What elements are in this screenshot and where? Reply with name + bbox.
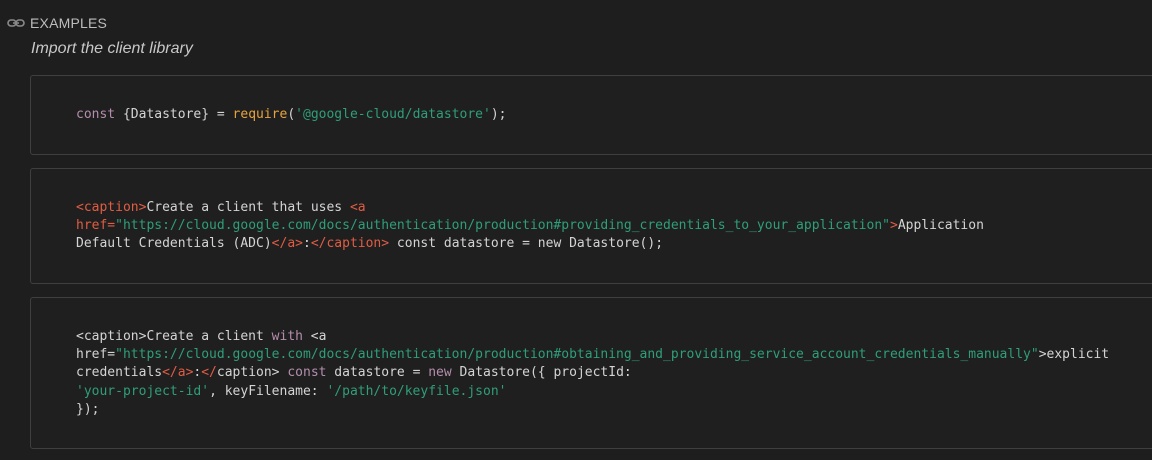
code-snippet: <caption>Create a client with <a href="h…	[76, 328, 1109, 419]
code-token: >explicit	[1038, 347, 1110, 363]
code-block-import[interactable]: const {Datastore} = require('@google-clo…	[30, 75, 1152, 155]
code-line: href="https://cloud.google.com/docs/auth…	[76, 347, 1109, 362]
code-token: caption>	[216, 365, 288, 381]
code-snippet: <caption>Create a client that uses <a hr…	[76, 199, 984, 254]
code-token: href=	[76, 218, 116, 234]
code-token: Default Credentials (ADC)	[76, 236, 272, 252]
code-token: </	[201, 365, 217, 381]
code-token: });	[76, 401, 100, 417]
code-token: Create a client that uses	[146, 200, 350, 215]
code-token: "https://cloud.google.com/docs/authentic…	[115, 347, 1039, 363]
code-line: <caption>Create a client that uses <a	[76, 200, 366, 215]
code-token: <caption>	[76, 200, 147, 215]
code-token: );	[490, 107, 507, 122]
code-token: :	[302, 236, 311, 252]
code-token: <a	[302, 329, 327, 344]
code-line: <caption>Create a client with <a	[76, 329, 326, 344]
code-token: <a	[349, 200, 366, 215]
code-token: require	[232, 107, 288, 122]
code-token: const	[76, 107, 116, 122]
code-token: '/path/to/keyfile.json'	[326, 383, 507, 399]
code-block-adc-client[interactable]: <caption>Create a client that uses <a hr…	[30, 168, 1152, 284]
code-token: with	[271, 329, 303, 344]
code-token: , keyFilename:	[209, 383, 327, 399]
code-line: 'your-project-id', keyFilename: '/path/t…	[76, 384, 506, 399]
code-token: "https://cloud.google.com/docs/authentic…	[115, 218, 890, 234]
code-token: 'your-project-id'	[76, 383, 210, 399]
code-line: });	[76, 402, 99, 417]
code-line: href="https://cloud.google.com/docs/auth…	[76, 218, 984, 233]
code-token: </a>	[271, 236, 303, 252]
code-token: {Datastore} =	[115, 107, 233, 122]
code-token: datastore =	[326, 365, 429, 381]
code-token: credentials	[76, 365, 163, 381]
code-line: Default Credentials (ADC)</a>:</caption>…	[76, 236, 663, 251]
code-token: href=	[76, 347, 116, 363]
code-token: </caption>	[310, 236, 390, 252]
code-token: </a>	[162, 365, 194, 381]
code-token: const datastore = new Datastore();	[389, 236, 664, 252]
code-token: new	[428, 365, 452, 381]
code-line: const {Datastore} = require('@google-clo…	[76, 107, 507, 122]
code-token: '@google-cloud/datastore'	[295, 107, 491, 122]
code-token: >	[889, 218, 898, 234]
example-subtitle: Import the client library	[31, 40, 193, 57]
code-token: (	[287, 107, 296, 122]
examples-header: EXAMPLES	[7, 14, 107, 32]
code-token: Datastore({ projectId:	[451, 365, 632, 381]
section-title: EXAMPLES	[30, 15, 108, 31]
code-snippet: const {Datastore} = require('@google-clo…	[76, 106, 507, 124]
link-icon[interactable]	[7, 17, 25, 29]
code-line: credentials</a>:</caption> const datasto…	[76, 365, 632, 380]
code-token: <caption>Create a client	[76, 329, 272, 344]
code-token: Application	[897, 218, 984, 234]
code-block-explicit-credentials-client[interactable]: <caption>Create a client with <a href="h…	[30, 297, 1152, 449]
code-token: const	[287, 365, 327, 381]
